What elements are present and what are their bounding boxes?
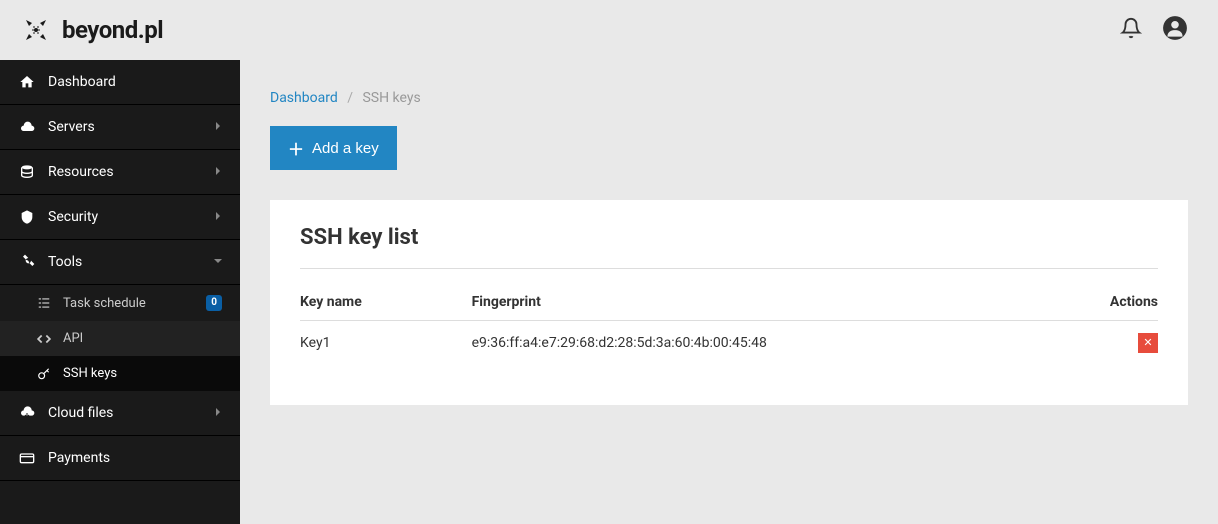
sidebar: Dashboard Servers Resources Security Too… bbox=[0, 60, 240, 524]
badge-count: 0 bbox=[206, 295, 222, 311]
col-key-name: Key name bbox=[300, 284, 472, 321]
logo-icon bbox=[20, 14, 52, 46]
nav-label: Dashboard bbox=[48, 74, 222, 90]
delete-key-button[interactable]: ✕ bbox=[1138, 333, 1158, 353]
logo[interactable]: beyond.pl bbox=[20, 14, 163, 46]
main-content: Dashboard / SSH keys ＋ Add a key SSH key… bbox=[240, 60, 1218, 524]
sidebar-subitem-ssh-keys[interactable]: SSH keys bbox=[0, 356, 240, 391]
sidebar-subitem-task-schedule[interactable]: Task schedule 0 bbox=[0, 285, 240, 321]
ssh-key-table: Key name Fingerprint Actions Key1 e9:36:… bbox=[300, 284, 1158, 365]
col-fingerprint: Fingerprint bbox=[472, 284, 1073, 321]
ssh-key-panel: SSH key list Key name Fingerprint Action… bbox=[270, 200, 1188, 405]
code-icon bbox=[35, 332, 53, 346]
nav-label: Payments bbox=[48, 450, 222, 466]
subitem-label: SSH keys bbox=[63, 366, 222, 381]
sidebar-item-cloud-files[interactable]: Cloud files bbox=[0, 391, 240, 436]
chevron-right-icon bbox=[214, 121, 222, 134]
cloud-icon bbox=[18, 119, 36, 135]
breadcrumb-root[interactable]: Dashboard bbox=[270, 90, 338, 106]
database-icon bbox=[18, 164, 36, 180]
card-icon bbox=[18, 450, 36, 466]
home-icon bbox=[18, 74, 36, 90]
cloud-download-icon bbox=[18, 405, 36, 421]
nav-label: Cloud files bbox=[48, 405, 214, 421]
col-actions: Actions bbox=[1072, 284, 1158, 321]
sidebar-subitem-api[interactable]: API bbox=[0, 321, 240, 356]
nav-label: Servers bbox=[48, 119, 214, 135]
cell-fingerprint: e9:36:ff:a4:e7:29:68:d2:28:5d:3a:60:4b:0… bbox=[472, 321, 1073, 366]
subitem-label: API bbox=[63, 331, 222, 346]
add-key-label: Add a key bbox=[312, 140, 379, 157]
subitem-label: Task schedule bbox=[63, 296, 206, 311]
chevron-right-icon bbox=[214, 407, 222, 420]
nav-label: Tools bbox=[48, 254, 214, 270]
nav-label: Resources bbox=[48, 164, 214, 180]
sidebar-item-dashboard[interactable]: Dashboard bbox=[0, 60, 240, 105]
nav-label: Security bbox=[48, 209, 214, 225]
breadcrumb: Dashboard / SSH keys bbox=[270, 90, 1188, 106]
list-icon bbox=[35, 296, 53, 310]
chevron-right-icon bbox=[214, 211, 222, 224]
sidebar-item-tools[interactable]: Tools bbox=[0, 240, 240, 285]
user-avatar-icon[interactable] bbox=[1162, 15, 1188, 45]
panel-title: SSH key list bbox=[300, 225, 1158, 250]
plus-icon: ＋ bbox=[288, 136, 304, 160]
sidebar-item-payments[interactable]: Payments bbox=[0, 436, 240, 481]
table-row: Key1 e9:36:ff:a4:e7:29:68:d2:28:5d:3a:60… bbox=[300, 321, 1158, 366]
key-icon bbox=[35, 367, 53, 381]
divider bbox=[300, 268, 1158, 269]
logo-text: beyond.pl bbox=[62, 16, 163, 44]
sidebar-item-servers[interactable]: Servers bbox=[0, 105, 240, 150]
add-key-button[interactable]: ＋ Add a key bbox=[270, 126, 397, 170]
shield-icon bbox=[18, 209, 36, 225]
header-actions bbox=[1120, 15, 1188, 45]
cell-key-name: Key1 bbox=[300, 321, 472, 366]
sidebar-item-resources[interactable]: Resources bbox=[0, 150, 240, 195]
chevron-right-icon bbox=[214, 166, 222, 179]
breadcrumb-current: SSH keys bbox=[362, 90, 420, 106]
close-icon: ✕ bbox=[1143, 338, 1152, 349]
sidebar-item-security[interactable]: Security bbox=[0, 195, 240, 240]
notifications-icon[interactable] bbox=[1120, 17, 1142, 43]
app-header: beyond.pl bbox=[0, 0, 1218, 60]
cell-actions: ✕ bbox=[1072, 321, 1158, 366]
chevron-down-icon bbox=[214, 256, 222, 269]
breadcrumb-separator: / bbox=[347, 90, 353, 106]
wrench-icon bbox=[18, 254, 36, 270]
